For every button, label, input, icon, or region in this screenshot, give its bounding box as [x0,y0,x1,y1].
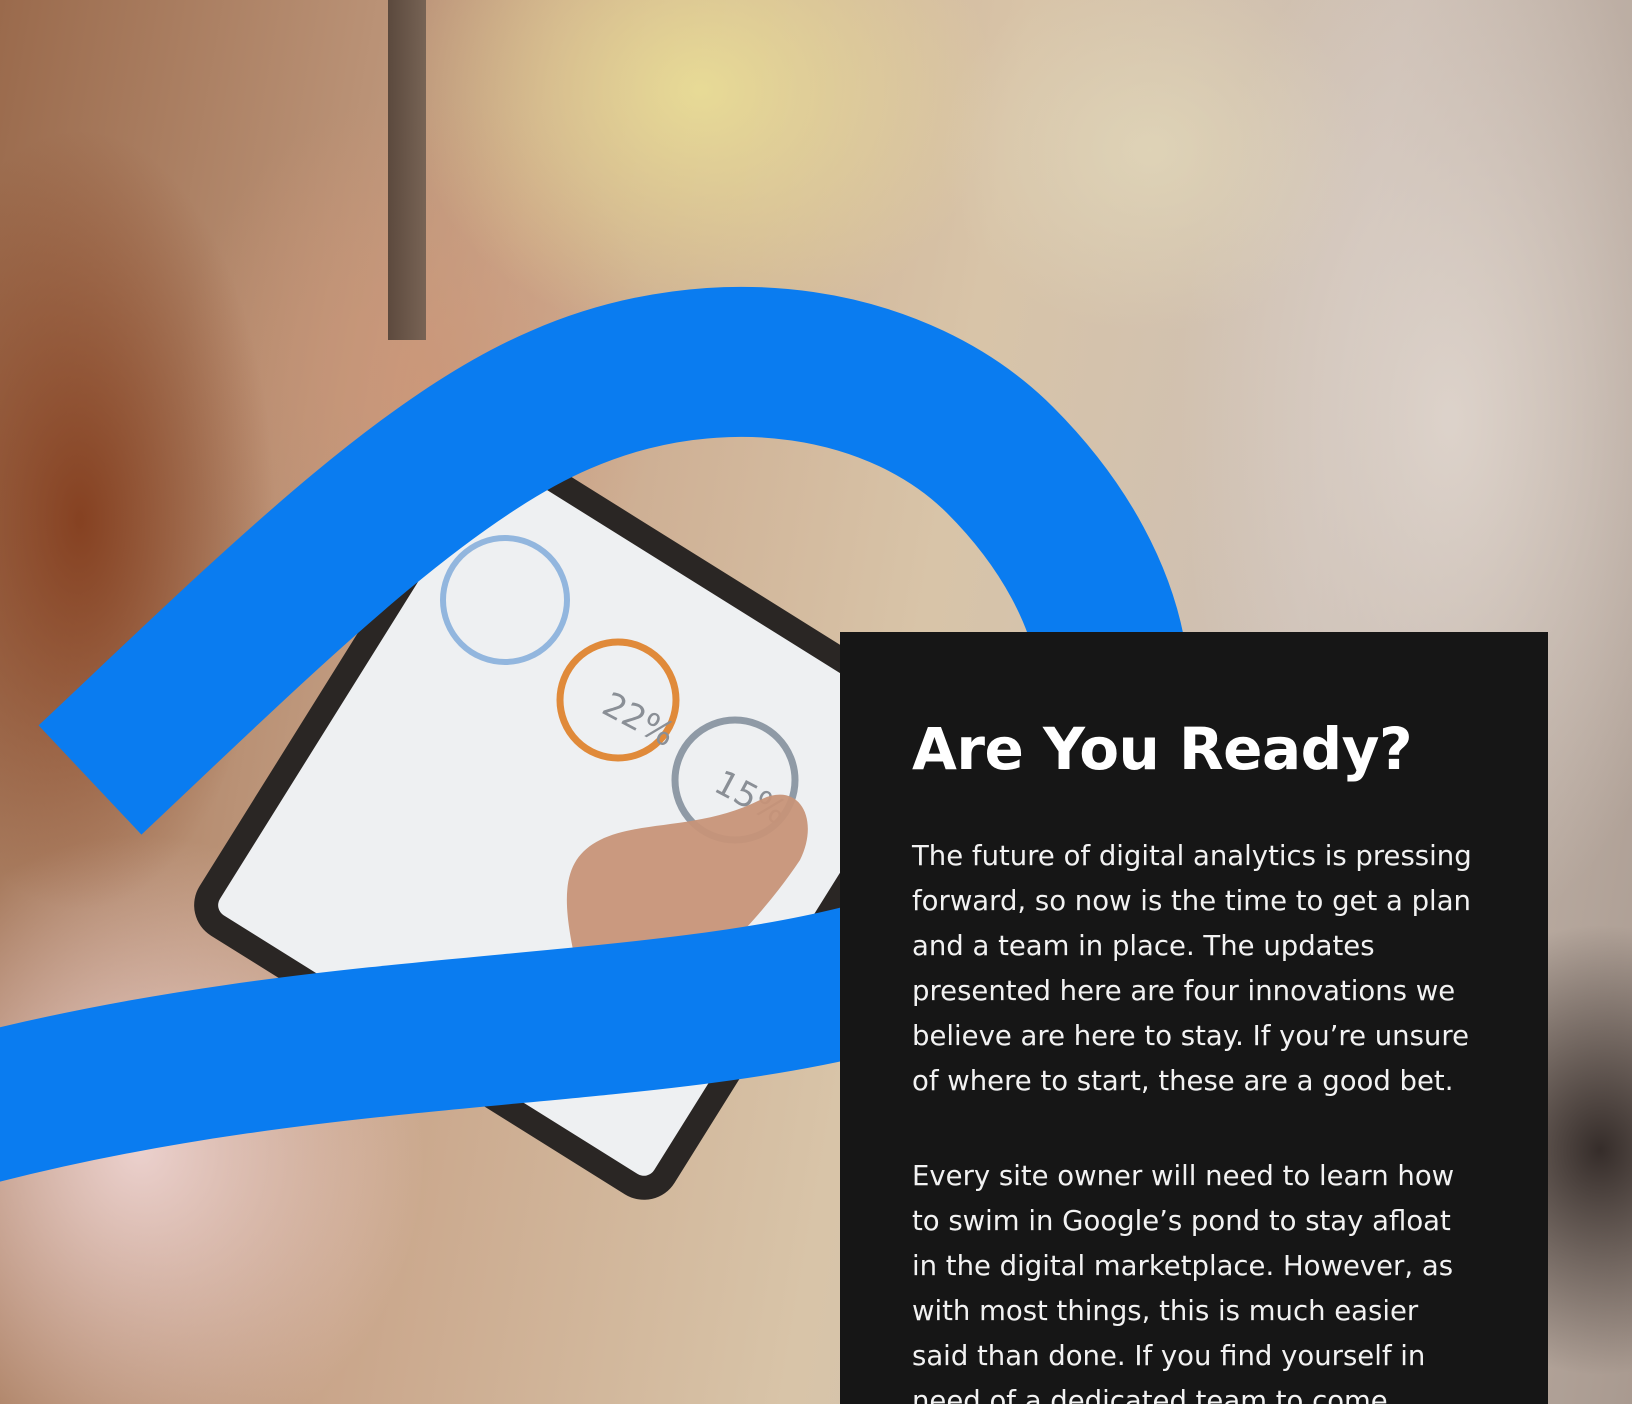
panel-title: Are You Ready? [912,715,1413,783]
paragraph-2: Every site owner will need to learn how … [912,1160,1455,1404]
paragraph-1: The future of digital analytics is press… [912,840,1472,1097]
text-panel: Are You Ready? The future of digital ana… [840,632,1548,1404]
hero-scene: 22% 15% Are You Ready? The future of dig… [0,0,1632,1404]
